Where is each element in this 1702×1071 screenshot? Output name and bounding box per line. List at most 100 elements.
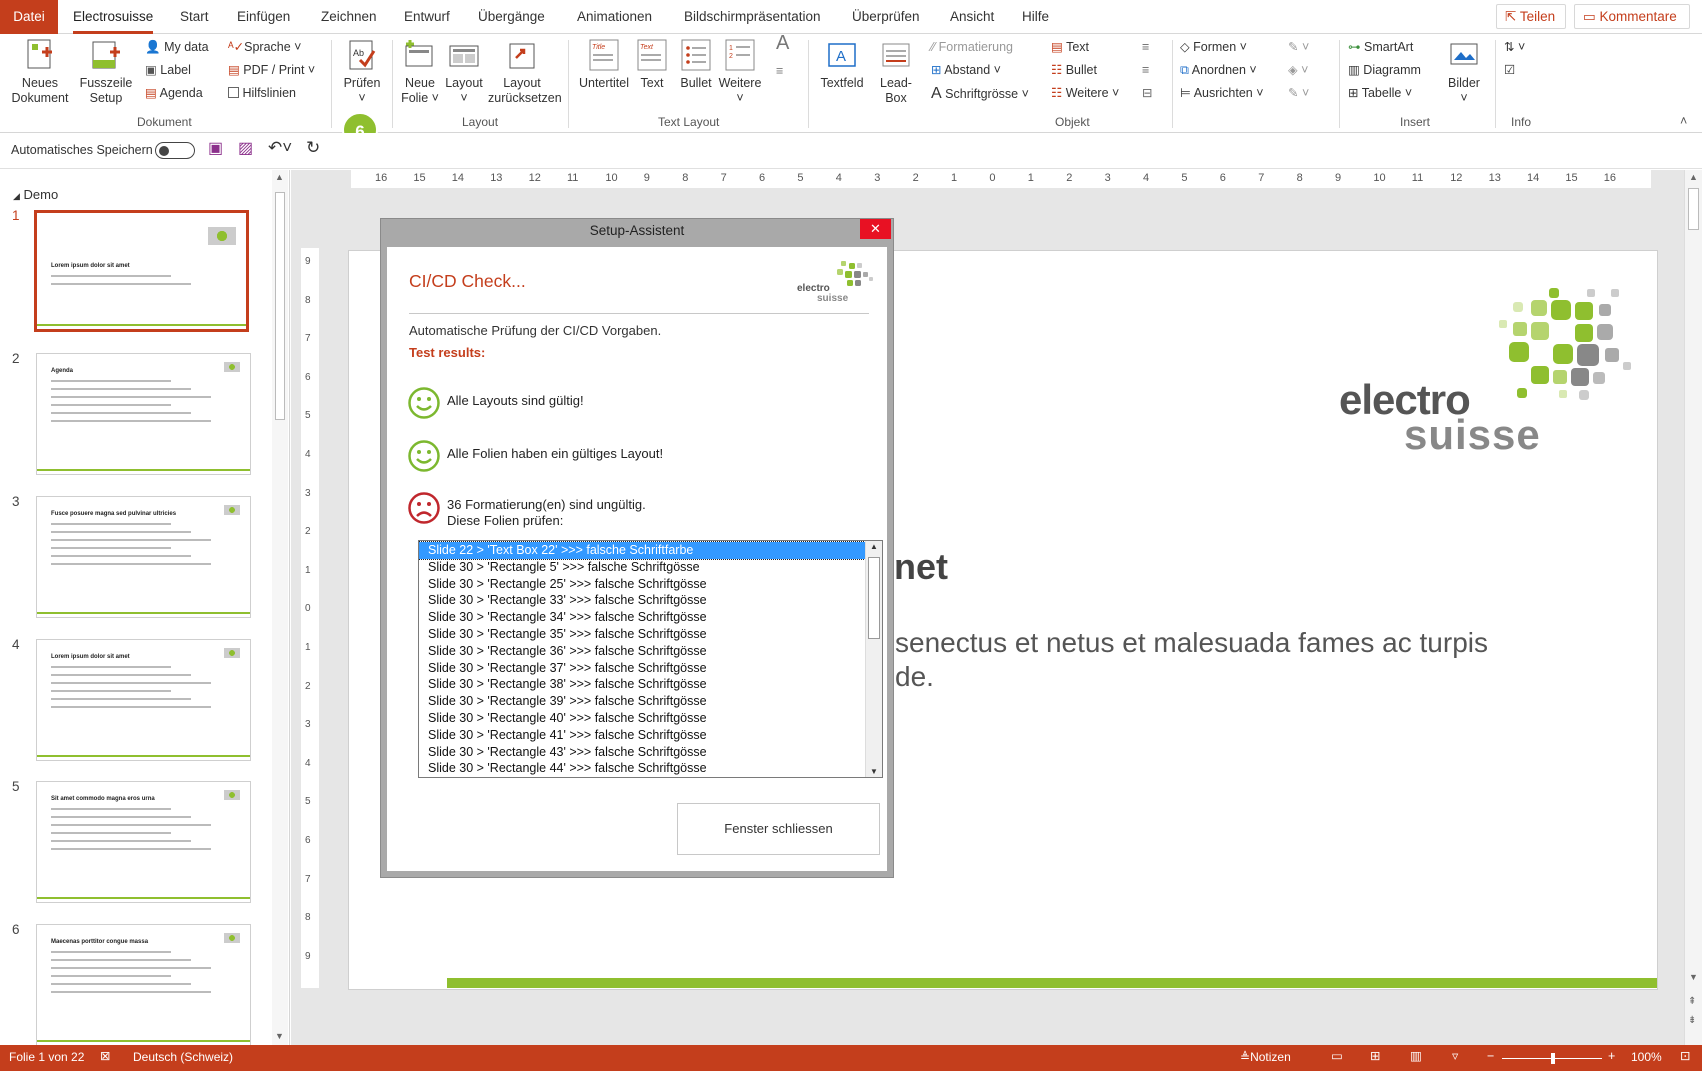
formatting-button[interactable]: ⁄⁄ Formatierung (931, 40, 1013, 55)
spellcheck-icon[interactable]: ⊠ (100, 1049, 110, 1064)
slide-thumbnail[interactable]: Lorem ipsum dolor sit amet (36, 639, 251, 761)
arrange-button[interactable]: ⧉ Anordnen ˅ (1180, 63, 1257, 78)
new-slide-button[interactable]: Neue Folie ˅ (398, 38, 442, 106)
font-size-button[interactable]: A Schriftgrösse ˅ (931, 86, 1029, 102)
tab-review[interactable]: Überprüfen (852, 0, 920, 34)
listbox-scrollbar[interactable]: ▲ ▼ (865, 541, 882, 777)
fill-icon[interactable]: ◈ ˅ (1288, 63, 1308, 78)
tab-transitions[interactable]: Übergänge (478, 0, 545, 34)
tab-file[interactable]: Datei (0, 0, 58, 34)
font-a-icon[interactable]: A (776, 33, 789, 53)
tab-start[interactable]: Start (180, 0, 209, 34)
error-list-item[interactable]: Slide 30 > 'Rectangle 39' >>> falsche Sc… (419, 693, 865, 710)
tab-help[interactable]: Hilfe (1022, 0, 1049, 34)
slide-thumbnail[interactable]: Fusce posuere magna sed pulvinar ultrici… (36, 496, 251, 618)
error-list-item[interactable]: Slide 30 > 'Rectangle 35' >>> falsche Sc… (419, 626, 865, 643)
zoom-out-icon[interactable]: − (1487, 1049, 1494, 1064)
info-button[interactable]: ⇅ ˅ (1504, 40, 1525, 55)
close-icon[interactable]: ✕ (860, 219, 891, 239)
slide-sorter-icon[interactable]: ⊞ (1370, 1049, 1380, 1064)
error-list-item[interactable]: Slide 30 > 'Rectangle 25' >>> falsche Sc… (419, 576, 865, 593)
slideshow-view-icon[interactable]: ▿ (1452, 1049, 1458, 1064)
error-list-item[interactable]: Slide 30 > 'Rectangle 41' >>> falsche Sc… (419, 727, 865, 744)
text-layout-button[interactable]: Text Text (636, 38, 668, 91)
error-list-item[interactable]: Slide 30 > 'Rectangle 5' >>> falsche Sch… (419, 559, 865, 576)
gridlines-checkbox[interactable]: Hilfslinien (228, 86, 296, 101)
error-list-item[interactable]: Slide 30 > 'Rectangle 33' >>> falsche Sc… (419, 592, 865, 609)
object-more-button[interactable]: ☷ Weitere ˅ (1051, 86, 1119, 101)
tab-insert[interactable]: Einfügen (237, 0, 290, 34)
object-bullet-button[interactable]: ☷ Bullet (1051, 63, 1097, 78)
error-list-item[interactable]: Slide 30 > 'Rectangle 36' >>> falsche Sc… (419, 643, 865, 660)
pdf-print-button[interactable]: ▤ PDF / Print ˅ (228, 63, 315, 78)
reset-layout-button[interactable]: Layout zurücksetzen (488, 38, 562, 106)
subtitle-button[interactable]: Title Untertitel (574, 38, 634, 91)
check-document-icon[interactable]: ☑ (1504, 63, 1515, 78)
pen-icon[interactable]: ✎ ˅ (1288, 86, 1309, 101)
tab-design[interactable]: Entwurf (404, 0, 450, 34)
table-button[interactable]: ⊞ Tabelle ˅ (1348, 86, 1412, 101)
error-list-item[interactable]: Slide 30 > 'Rectangle 38' >>> falsche Sc… (419, 676, 865, 693)
align-button[interactable]: ⊨ Ausrichten ˅ (1180, 86, 1264, 101)
error-list-item[interactable]: Slide 30 > 'Rectangle 40' >>> falsche Sc… (419, 710, 865, 727)
agenda-button[interactable]: ▤ Agenda (145, 86, 203, 101)
slide-body-line1[interactable]: senectus et netus et malesuada fames ac … (895, 627, 1488, 659)
object-text-button[interactable]: ▤ Text (1051, 40, 1089, 55)
collapse-ribbon-icon[interactable]: ˄ (1680, 114, 1687, 129)
undo-icon[interactable]: ↶˅ (268, 139, 292, 156)
pane-scrollbar[interactable]: ▲ ▼ (272, 170, 288, 1045)
tab-view[interactable]: Ansicht (950, 0, 994, 34)
columns-icon[interactable]: ⊟ (1142, 86, 1152, 101)
tab-draw[interactable]: Zeichnen (321, 0, 377, 34)
share-button[interactable]: ⇱ Teilen (1496, 4, 1566, 29)
align-text-icon[interactable]: ≡ (776, 64, 783, 79)
save-as-icon[interactable]: ▨ (238, 141, 253, 157)
diagram-button[interactable]: ▥ Diagramm (1348, 63, 1421, 78)
align-left-icon[interactable]: ≡ (1142, 40, 1149, 55)
autosave-toggle[interactable] (155, 142, 195, 159)
slide-thumbnail[interactable]: Agenda (36, 353, 251, 475)
editor-scrollbar[interactable]: ▲ ▼ ⇞ ⇟ (1684, 170, 1702, 1045)
spacing-button[interactable]: ⊞ Abstand ˅ (931, 63, 1001, 78)
save-icon[interactable]: ▣ (208, 141, 223, 157)
slide-title[interactable]: net (894, 546, 948, 588)
more-layout-button[interactable]: 12 Weitere ˅ (716, 38, 764, 106)
error-list-item[interactable]: Slide 30 > 'Rectangle 34' >>> falsche Sc… (419, 609, 865, 626)
tab-slideshow[interactable]: Bildschirmpräsentation (684, 0, 821, 34)
zoom-slider[interactable] (1502, 1053, 1602, 1064)
slide-thumbnail[interactable]: Maecenas porttitor congue massa (36, 924, 251, 1046)
error-list-item[interactable]: Slide 30 > 'Rectangle 43' >>> falsche Sc… (419, 744, 865, 761)
slide-thumbnail[interactable]: Lorem ipsum dolor sit amet (34, 210, 249, 332)
error-list-item[interactable]: Slide 22 > 'Text Box 22' >>> falsche Sch… (419, 541, 866, 560)
notes-button[interactable]: ≜Notizen (1240, 1050, 1291, 1065)
slide-thumbnail[interactable]: Sit amet commodo magna eros urna (36, 781, 251, 903)
zoom-level[interactable]: 100% (1631, 1050, 1662, 1065)
shapes-button[interactable]: ◇ Formen ˅ (1180, 40, 1247, 55)
check-button[interactable]: Ab Prüfen ˅ (338, 38, 386, 106)
images-button[interactable]: Bilder ˅ (1442, 38, 1486, 106)
zoom-in-icon[interactable]: + (1608, 1049, 1615, 1064)
tab-electrosuisse[interactable]: Electrosuisse (73, 0, 154, 34)
tab-animations[interactable]: Animationen (577, 0, 652, 34)
footer-setup-button[interactable]: Fusszeile Setup (76, 38, 136, 106)
smartart-button[interactable]: ⊶ SmartArt (1348, 40, 1413, 55)
error-listbox[interactable]: Slide 22 > 'Text Box 22' >>> falsche Sch… (418, 540, 883, 778)
shape-outline-icon[interactable]: ✎ ˅ (1288, 40, 1309, 55)
align-center-icon[interactable]: ≡ (1142, 63, 1149, 78)
label-button[interactable]: ▣ Label (145, 63, 191, 78)
textfield-button[interactable]: A Textfeld (818, 38, 866, 91)
new-document-button[interactable]: Neues Dokument (8, 38, 72, 106)
error-list-item[interactable]: Slide 30 > 'Rectangle 44' >>> falsche Sc… (419, 760, 865, 777)
reading-view-icon[interactable]: ▥ (1410, 1049, 1422, 1064)
slide-body-line2[interactable]: de. (895, 661, 934, 693)
language-button[interactable]: ᴬ✓Sprache ˅ (228, 40, 301, 55)
close-window-button[interactable]: Fenster schliessen (677, 803, 880, 855)
normal-view-icon[interactable]: ▭ (1331, 1049, 1343, 1064)
bullet-layout-button[interactable]: Bullet (676, 38, 716, 91)
fit-slide-icon[interactable]: ⊡ (1680, 1049, 1690, 1064)
section-header[interactable]: ◢ Demo (13, 187, 58, 204)
lead-box-button[interactable]: Lead- Box (874, 38, 918, 106)
my-data-button[interactable]: 👤 My data (145, 40, 209, 55)
language-status[interactable]: Deutsch (Schweiz) (133, 1050, 233, 1065)
error-list-item[interactable]: Slide 30 > 'Rectangle 37' >>> falsche Sc… (419, 660, 865, 677)
